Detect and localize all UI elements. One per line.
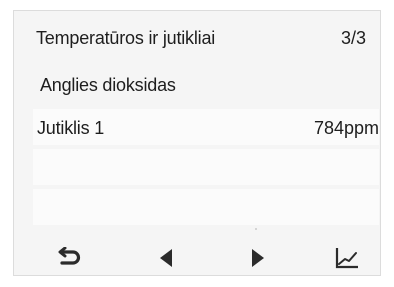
sensor-row-3 <box>33 189 379 225</box>
sensor-list: Jutiklis 1 784ppm <box>33 109 379 229</box>
back-button[interactable] <box>52 243 88 273</box>
device-panel: Temperatūros ir jutikliai 3/3 Anglies di… <box>0 0 394 287</box>
screen-header: Temperatūros ir jutikliai 3/3 <box>14 11 380 63</box>
chart-icon <box>335 248 358 269</box>
page-title: Temperatūros ir jutikliai <box>36 28 216 48</box>
section-title: Anglies dioksidas <box>40 75 176 95</box>
chart-button[interactable] <box>329 243 365 273</box>
back-icon <box>58 247 81 265</box>
next-button[interactable] <box>240 243 276 273</box>
previous-icon <box>160 249 172 267</box>
sensor-row-1[interactable]: Jutiklis 1 784ppm <box>33 109 379 145</box>
display-screen: Temperatūros ir jutikliai 3/3 Anglies di… <box>13 10 381 276</box>
page-indicator: 3/3 <box>340 28 366 48</box>
previous-button[interactable] <box>148 243 184 273</box>
navigation-toolbar <box>14 235 380 275</box>
sensor-row-label: Jutiklis 1 <box>37 118 105 138</box>
sensor-row-value: 784ppm <box>313 118 379 138</box>
next-icon <box>252 249 264 267</box>
sensor-row-2 <box>33 149 379 185</box>
screen-speck <box>255 228 257 230</box>
